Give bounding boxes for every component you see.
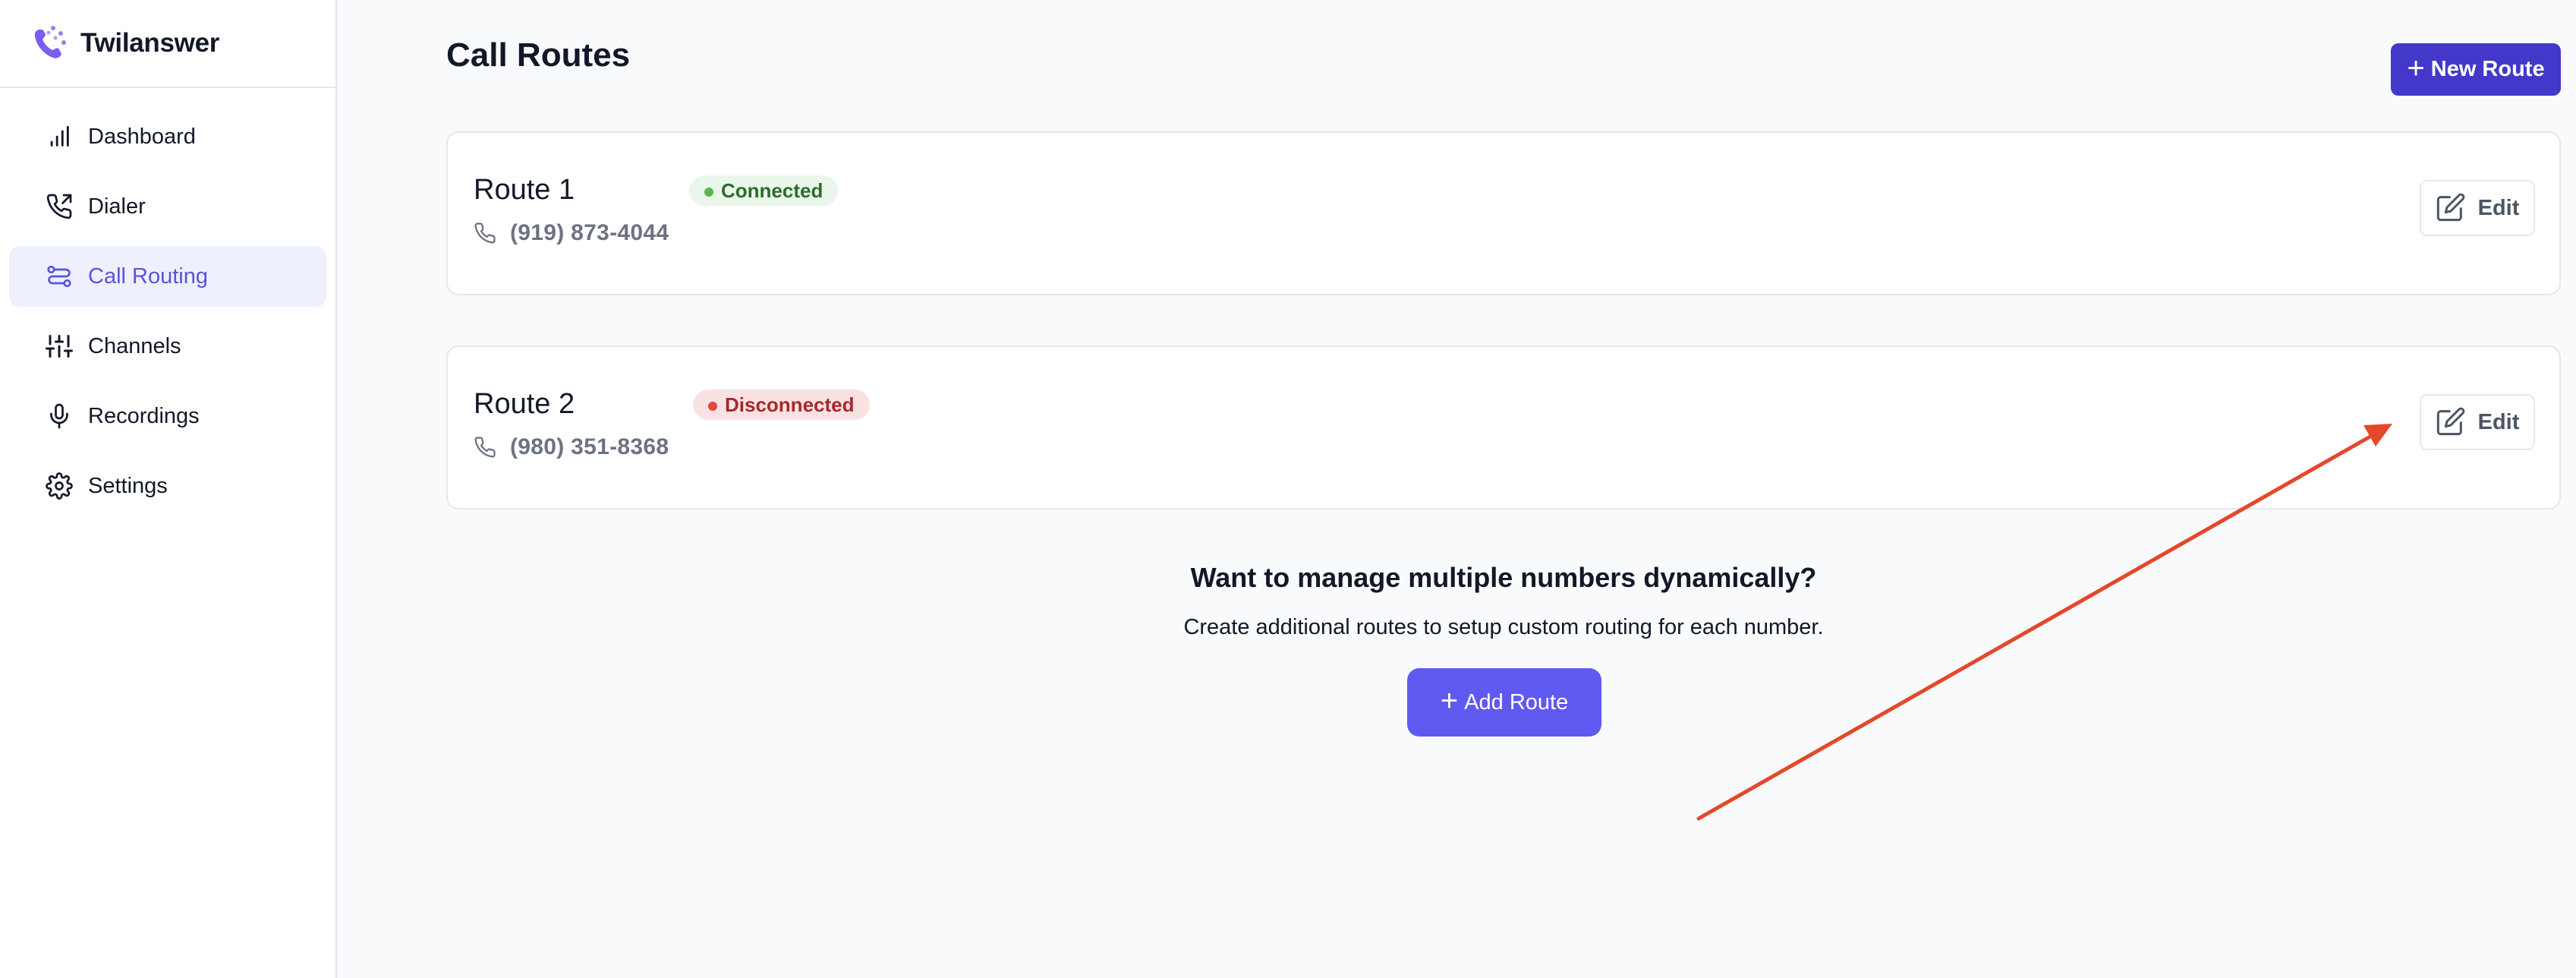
page-title: Call Routes <box>446 36 631 74</box>
sidebar-item-recordings[interactable]: Recordings <box>9 386 326 446</box>
add-route-button[interactable]: + Add Route <box>1407 668 1601 737</box>
add-route-label: Add Route <box>1464 689 1569 715</box>
route-icon <box>44 261 74 292</box>
phone-outgoing-icon <box>44 191 74 222</box>
phone-number: (919) 873-4044 <box>510 220 669 245</box>
cta-subtitle: Create additional routes to setup custom… <box>1183 615 1824 639</box>
route-card: Route 2 Disconnected (980) 351-8368 Edit <box>446 345 2561 510</box>
phone-icon <box>474 435 498 459</box>
sidebar-item-label: Call Routing <box>88 263 208 289</box>
brand-name: Twilanswer <box>80 28 220 58</box>
sliders-icon <box>44 331 74 361</box>
sidebar-nav: Dashboard Dialer Call Routing Channels R… <box>0 88 335 516</box>
edit-route-button[interactable]: Edit <box>2420 394 2535 450</box>
sidebar-item-settings[interactable]: Settings <box>9 456 326 516</box>
status-badge: Connected <box>689 175 839 206</box>
plus-icon: + <box>1440 684 1459 718</box>
phone-number: (980) 351-8368 <box>510 434 669 459</box>
plus-icon: + <box>2407 51 2425 85</box>
edit-label: Edit <box>2477 409 2520 434</box>
edit-icon <box>2436 406 2466 439</box>
route-phone: (919) 873-4044 <box>474 218 669 248</box>
brand[interactable]: Twilanswer <box>0 0 335 88</box>
status-badge: Disconnected <box>693 390 870 420</box>
phone-icon <box>474 221 498 245</box>
sidebar-item-call-routing[interactable]: Call Routing <box>9 246 326 307</box>
bar-chart-icon <box>44 121 74 152</box>
gear-icon <box>44 471 74 501</box>
edit-label: Edit <box>2477 195 2520 220</box>
route-name: Route 2 <box>474 388 575 420</box>
new-route-label: New Route <box>2430 57 2545 81</box>
edit-icon <box>2436 192 2466 225</box>
sidebar-item-label: Recordings <box>88 403 200 428</box>
sidebar-item-dashboard[interactable]: Dashboard <box>9 106 326 167</box>
sidebar-item-dialer[interactable]: Dialer <box>9 176 326 237</box>
sidebar-item-channels[interactable]: Channels <box>9 316 326 377</box>
cta-title: Want to manage multiple numbers dynamica… <box>1190 562 1817 593</box>
new-route-button[interactable]: + New Route <box>2391 43 2561 96</box>
edit-route-button[interactable]: Edit <box>2420 180 2535 236</box>
sidebar-item-label: Dashboard <box>88 124 196 149</box>
route-card: Route 1 Connected (919) 873-4044 Edit <box>446 131 2561 295</box>
sidebar-item-label: Channels <box>88 333 181 358</box>
main-content: Call Routes + New Route Route 1 Connecte… <box>337 0 2576 978</box>
sidebar-item-label: Settings <box>88 473 168 498</box>
sidebar-item-label: Dialer <box>88 194 146 219</box>
route-phone: (980) 351-8368 <box>474 432 669 462</box>
phone-sparkle-icon <box>29 21 71 66</box>
sidebar: Twilanswer Dashboard Dialer Call Routing… <box>0 0 337 978</box>
route-name: Route 1 <box>474 174 575 206</box>
microphone-icon <box>44 401 74 431</box>
